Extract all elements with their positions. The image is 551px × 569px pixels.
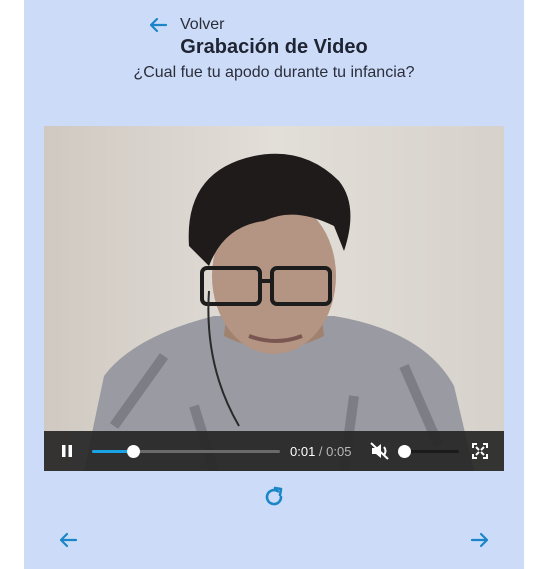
- arrow-left-icon: [148, 17, 168, 33]
- volume-muted-icon[interactable]: [370, 442, 390, 465]
- progress-bar[interactable]: [92, 445, 280, 458]
- page-title: Grabación de Video: [180, 36, 368, 58]
- question-text: ¿Cual fue tu apodo durante tu infancia?: [133, 64, 415, 81]
- arrow-left-icon[interactable]: [58, 531, 78, 554]
- refresh-icon[interactable]: [263, 486, 285, 513]
- video-player[interactable]: 0:01 / 0:05: [44, 126, 504, 471]
- back-label: Volver: [180, 16, 225, 33]
- video-frame: [44, 126, 504, 471]
- pause-icon[interactable]: [60, 443, 74, 464]
- volume-handle[interactable]: [398, 445, 411, 458]
- current-time: 0:01: [290, 444, 316, 459]
- arrow-right-icon[interactable]: [470, 531, 490, 554]
- back-link[interactable]: Volver: [148, 14, 224, 36]
- progress-handle[interactable]: [127, 445, 141, 458]
- video-controls: 0:01 / 0:05: [44, 431, 504, 471]
- time-separator: /: [315, 444, 327, 459]
- fullscreen-icon[interactable]: [472, 443, 488, 464]
- time-display: 0:01 / 0:05: [290, 444, 351, 459]
- volume-slider[interactable]: [398, 445, 459, 458]
- duration: 0:05: [326, 444, 352, 459]
